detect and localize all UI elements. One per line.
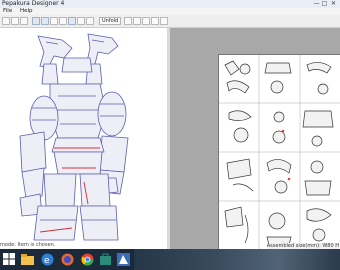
- cut-icon[interactable]: [142, 17, 150, 25]
- save-icon[interactable]: [11, 17, 19, 25]
- edge-browser-icon[interactable]: e: [40, 252, 55, 267]
- rotate-icon[interactable]: [32, 17, 40, 25]
- menu-file[interactable]: File: [3, 8, 12, 15]
- firefox-icon[interactable]: [60, 252, 75, 267]
- window-title: Pepakura Designer 4: [2, 0, 65, 7]
- menu-bar: File Help: [0, 8, 340, 15]
- flaps-icon[interactable]: [86, 17, 94, 25]
- texture-icon[interactable]: [77, 17, 85, 25]
- store-icon[interactable]: [98, 252, 113, 267]
- unfold-button[interactable]: Unfold: [99, 17, 122, 25]
- maximize-button[interactable]: □: [321, 1, 328, 7]
- unfolded-parts-icon: [219, 55, 340, 249]
- taskbar-blurred-area: [134, 249, 340, 270]
- model-3d-view[interactable]: mode: Item is chosen.: [0, 28, 167, 249]
- minimize-button[interactable]: —: [313, 1, 320, 7]
- status-bar-3d: mode: Item is chosen.: [0, 242, 56, 248]
- zoom-icon[interactable]: [50, 17, 58, 25]
- arrange-icon[interactable]: [151, 17, 159, 25]
- fit-icon[interactable]: [59, 17, 67, 25]
- unfold-2d-view[interactable]: Assembled size(mm): W80 H: [170, 28, 340, 249]
- file-explorer-icon[interactable]: [20, 252, 35, 267]
- select-icon[interactable]: [124, 17, 132, 25]
- join-icon[interactable]: [133, 17, 141, 25]
- chrome-icon[interactable]: [80, 252, 95, 267]
- paper-sheet: Assembled size(mm): W80 H: [218, 54, 340, 249]
- svg-text:e: e: [44, 256, 50, 266]
- close-button[interactable]: ✕: [330, 1, 337, 7]
- pepakura-window: Pepakura Designer 4 — □ ✕ File Help Unfo…: [0, 0, 340, 270]
- menu-help[interactable]: Help: [20, 8, 33, 15]
- print-icon[interactable]: [20, 17, 28, 25]
- edge-icon[interactable]: [68, 17, 76, 25]
- windows-start-icon[interactable]: [2, 252, 16, 266]
- robot-model-icon: [19, 33, 129, 241]
- toolbar: Unfold: [0, 15, 340, 28]
- open-icon[interactable]: [2, 17, 10, 25]
- move-icon[interactable]: [41, 17, 49, 25]
- pepakura-icon[interactable]: [116, 252, 131, 267]
- rotate-part-icon[interactable]: [160, 17, 168, 25]
- taskbar: e: [0, 249, 340, 270]
